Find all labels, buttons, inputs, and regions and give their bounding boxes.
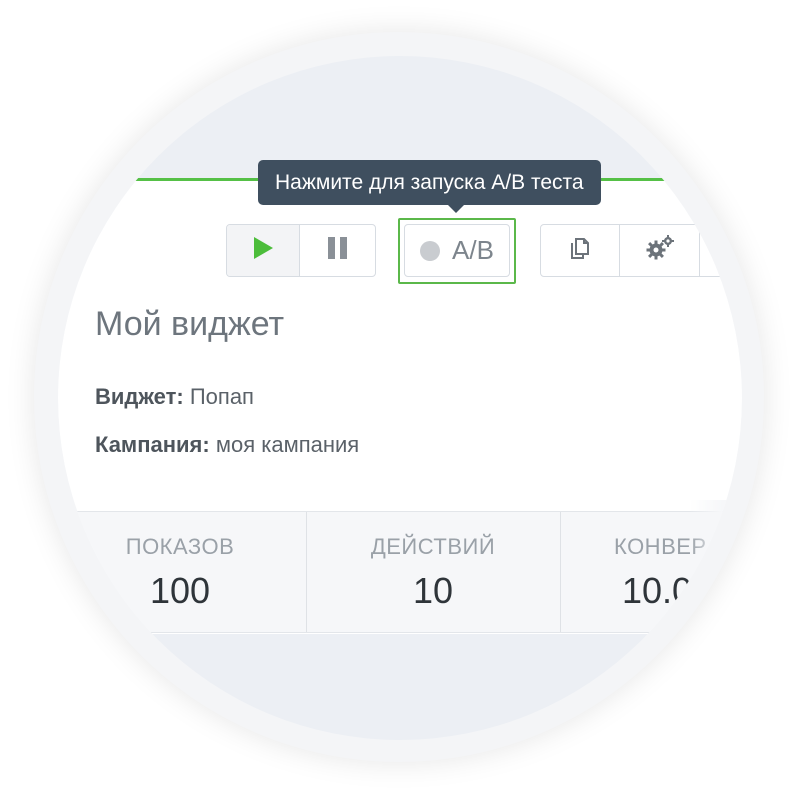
widget-type-label: Виджет: bbox=[95, 384, 184, 409]
campaign-row: Кампания: моя кампания bbox=[95, 432, 359, 458]
stat-value: 100 bbox=[149, 570, 211, 611]
play-icon bbox=[252, 236, 274, 265]
widget-title: Мой виджет bbox=[95, 305, 285, 343]
ab-test-button[interactable]: A/B bbox=[404, 224, 510, 277]
tooltip-arrow bbox=[447, 204, 465, 213]
more-actions-button[interactable] bbox=[699, 225, 739, 276]
actions-button-group bbox=[540, 224, 740, 277]
ab-test-tooltip: Нажмите для запуска A/B теста bbox=[258, 160, 601, 205]
playback-button-group bbox=[226, 224, 376, 277]
stats-divider bbox=[306, 512, 307, 632]
ab-status-dot bbox=[420, 240, 441, 261]
pause-button[interactable] bbox=[299, 225, 375, 276]
settings-button[interactable] bbox=[619, 225, 699, 276]
gears-icon bbox=[645, 234, 675, 267]
ab-label: A/B bbox=[452, 235, 494, 265]
stat-label: ПОКАЗОВ bbox=[125, 534, 235, 559]
widget-type-row: Виджет: Попап bbox=[95, 384, 254, 410]
stats-fade-overlay bbox=[690, 500, 730, 650]
stat-value: 10 bbox=[412, 570, 454, 611]
magnifier-lens: A/B Мой виджет Виджет: Попап Кампания: м… bbox=[58, 56, 742, 740]
screenshot-stage: A/B Мой виджет Виджет: Попап Кампания: м… bbox=[0, 0, 800, 796]
stat-actions: ДЕЙСТВИЙ 10 bbox=[353, 534, 513, 612]
stats-divider bbox=[560, 512, 561, 632]
widget-type-value: Попап bbox=[189, 384, 254, 409]
stat-label: ДЕЙСТВИЙ bbox=[370, 534, 496, 559]
stats-bar: ПОКАЗОВ 100 ДЕЙСТВИЙ 10 КОНВЕР 10.0 bbox=[58, 511, 742, 633]
campaign-label: Кампания: bbox=[95, 432, 210, 457]
copy-button[interactable] bbox=[541, 225, 619, 276]
pause-icon bbox=[327, 236, 349, 265]
play-button[interactable] bbox=[227, 225, 299, 276]
campaign-value: моя кампания bbox=[215, 432, 360, 457]
copy-icon bbox=[566, 234, 594, 267]
stat-impressions: ПОКАЗОВ 100 bbox=[100, 534, 260, 612]
